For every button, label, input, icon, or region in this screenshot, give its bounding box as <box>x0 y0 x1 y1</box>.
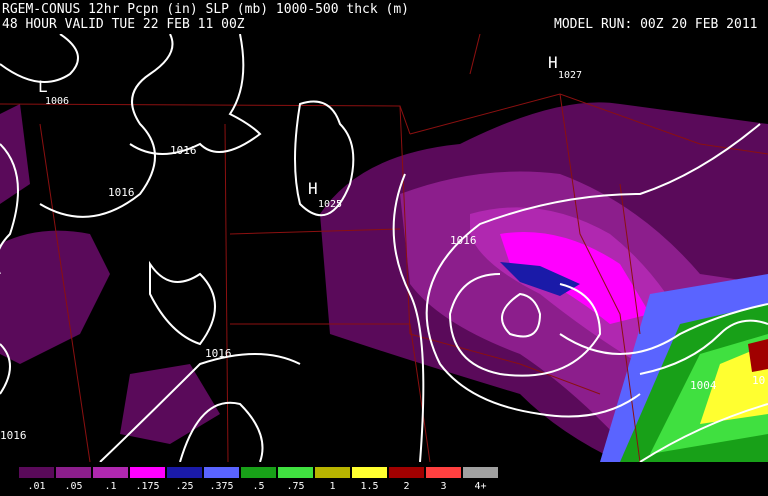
legend-swatch <box>351 466 388 479</box>
legend-swatch <box>18 466 55 479</box>
legend-swatch <box>277 466 314 479</box>
legend-label: .5 <box>252 481 265 492</box>
legend-label: 1 <box>329 481 336 492</box>
isobar-label: 1016 <box>108 186 135 199</box>
high-center-value-1: 1025 <box>318 199 342 210</box>
legend-label: .1 <box>104 481 117 492</box>
title-line-2: 48 HOUR VALID TUE 22 FEB 11 00Z <box>2 17 245 32</box>
legend-label: 1.5 <box>360 481 379 492</box>
precip-legend-labels: .01 .05 .1 .175 .25 .375 .5 .75 1 1.5 2 3 4+ <box>18 481 499 492</box>
legend-swatch <box>314 466 351 479</box>
legend-swatch <box>425 466 462 479</box>
legend-label: .05 <box>64 481 83 492</box>
weather-map: L 1006 H 1025 H 1027 1016 1016 1016 1016… <box>0 34 768 462</box>
precip-legend <box>18 466 499 480</box>
isobar-label: 1016 <box>170 144 197 157</box>
legend-swatch <box>388 466 425 479</box>
legend-swatch <box>203 466 240 479</box>
legend-label: 3 <box>440 481 447 492</box>
high-center-value-2: 1027 <box>558 70 582 81</box>
legend-swatch <box>240 466 277 479</box>
isobar-label: 1016 <box>205 347 232 360</box>
legend-label: 2 <box>403 481 410 492</box>
isobar-label: 1004 <box>690 379 717 392</box>
model-run-label: MODEL RUN: 00Z 20 FEB 2011 <box>554 17 758 32</box>
legend-label: .01 <box>27 481 46 492</box>
legend-swatch <box>129 466 166 479</box>
legend-label: .25 <box>175 481 194 492</box>
low-center-letter: L <box>38 77 48 96</box>
isobar-label: 1016 <box>0 429 27 442</box>
legend-label: .175 <box>135 481 160 492</box>
legend-label: 4+ <box>474 481 487 492</box>
legend-label: .75 <box>286 481 305 492</box>
title-line-1: RGEM-CONUS 12hr Pcpn (in) SLP (mb) 1000-… <box>2 2 409 17</box>
high-center-letter-2: H <box>548 53 558 72</box>
low-center-value: 1006 <box>45 96 69 107</box>
legend-swatch <box>166 466 203 479</box>
legend-swatch <box>92 466 129 479</box>
high-center-letter-1: H <box>308 179 318 198</box>
legend-swatch <box>55 466 92 479</box>
isobar-label: 10 <box>752 374 765 387</box>
legend-swatch <box>462 466 499 479</box>
legend-label: .375 <box>209 481 234 492</box>
isobar-label: 1016 <box>450 234 477 247</box>
